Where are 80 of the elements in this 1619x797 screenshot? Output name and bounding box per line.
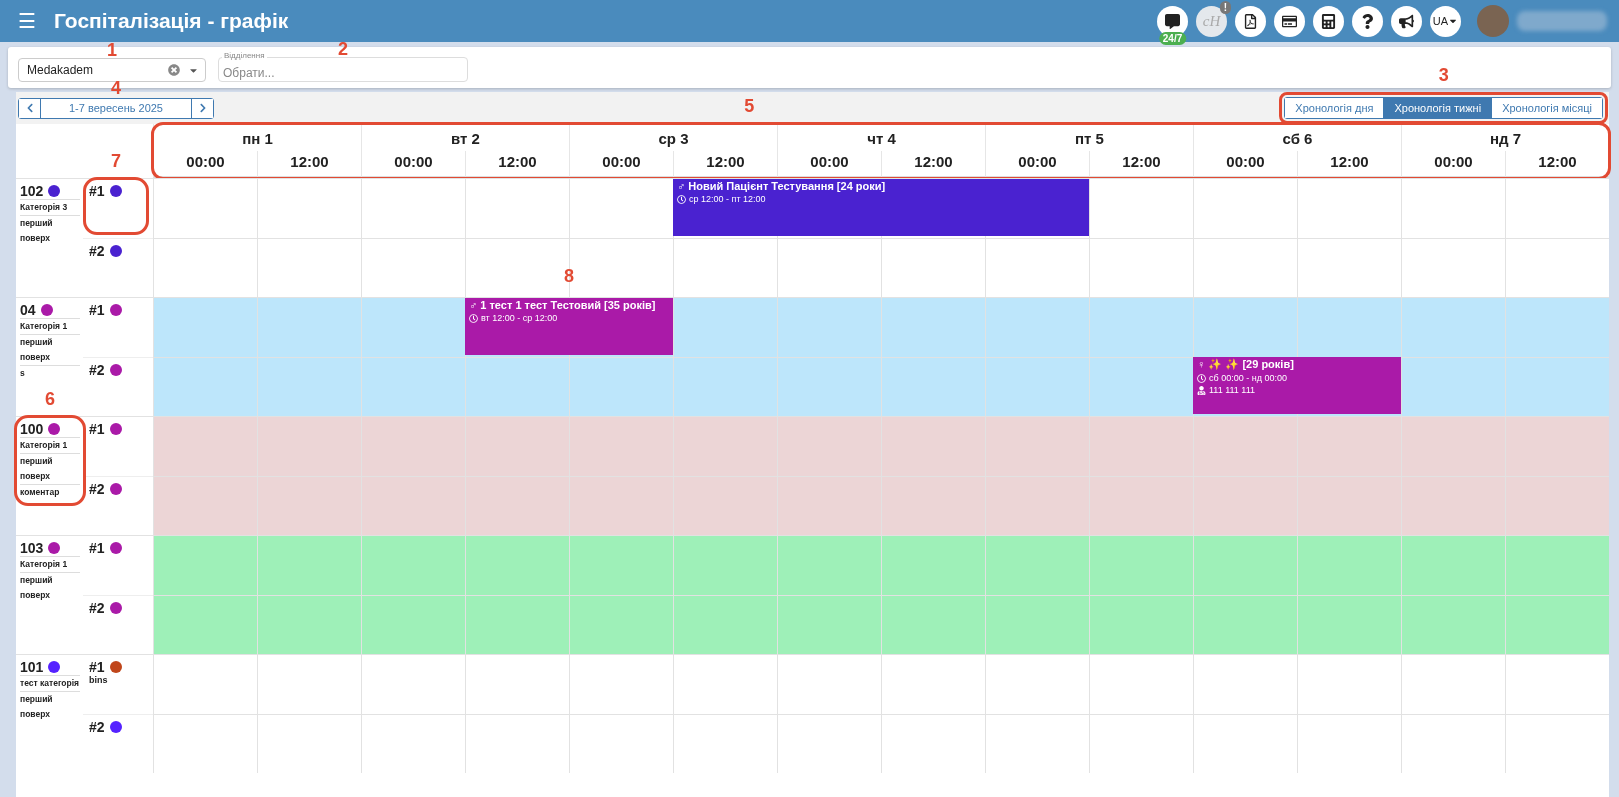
view-tab[interactable]: Хронологія дня (1285, 98, 1384, 118)
help-button[interactable] (1352, 5, 1383, 37)
room-number: 102 (20, 183, 44, 199)
day-label: пн 1 (153, 124, 361, 151)
room-detail: s (20, 365, 80, 381)
clock-icon (1197, 373, 1206, 383)
bed-label: #1 (89, 540, 105, 556)
next-button[interactable] (191, 98, 213, 118)
person-icon (1197, 385, 1206, 395)
day-label: чт 4 (777, 124, 985, 151)
callout-number: 7 (111, 151, 121, 172)
menu-button[interactable]: ☰ (14, 9, 40, 33)
language-label: UA (1432, 15, 1449, 27)
room-number: 103 (20, 540, 44, 556)
clock-icon (677, 194, 686, 204)
badge: ! (1219, 0, 1231, 14)
date-range: 1-7 вересень 2025 (68, 100, 164, 116)
room-number: 101 (20, 659, 44, 675)
callout-number: 5 (744, 95, 755, 117)
pdf-icon (1243, 13, 1258, 29)
room-detail: коментар (20, 484, 80, 500)
callout-number: 1 (107, 40, 117, 61)
booking-title: ♂ 1 тест 1 тест Тестовий [35 років] (469, 299, 657, 311)
view-tab[interactable]: Хронологія місяці (1491, 98, 1602, 118)
room-detail: тест категорія (20, 675, 80, 691)
view-tab[interactable]: Хронологія тижні (1383, 98, 1492, 118)
room-detail: перший поверх (20, 215, 80, 246)
bed-note: bins (89, 675, 109, 685)
bed-label: #2 (89, 600, 105, 616)
clock-icon (469, 313, 478, 323)
room-number: 100 (20, 421, 44, 437)
card-icon (1282, 13, 1297, 29)
page-title: Госпіталізація - графік (54, 9, 290, 33)
booking-time: вт 12:00 - ср 12:00 (469, 313, 669, 323)
field-label: Відділення (222, 51, 267, 61)
help-icon (1360, 13, 1375, 29)
room-detail: Категорія 1 (20, 437, 80, 453)
room-detail: перший поверх (20, 691, 80, 722)
megaphone-icon (1399, 13, 1414, 29)
bed-label: #2 (89, 719, 105, 735)
callout-number: 3 (1438, 65, 1449, 86)
booking-title: ♀ ✨ ✨ [29 років] (1197, 358, 1295, 371)
day-label: нд 7 (1401, 124, 1609, 151)
callout-number: 6 (45, 389, 55, 410)
calculator-icon (1321, 13, 1336, 29)
logo-text: cH (1202, 12, 1221, 30)
room-detail: перший поверх (20, 572, 80, 603)
pdf-button[interactable] (1235, 5, 1266, 37)
bed-label: #1 (89, 659, 105, 675)
day-label: пт 5 (985, 124, 1193, 151)
company-select[interactable]: Medakadem (18, 58, 206, 82)
megaphone-button[interactable] (1391, 5, 1422, 37)
day-label: вт 2 (361, 124, 569, 151)
bed-label: #2 (89, 243, 105, 259)
bed-label: #1 (89, 421, 105, 437)
callout-number: 2 (338, 39, 348, 60)
day-label: ср 3 (569, 124, 777, 151)
bed-label: #1 (89, 183, 105, 199)
previous-button[interactable] (19, 98, 41, 118)
booking-block[interactable]: ♂ Новий Пацієнт Тестування [24 роки] ср 12:00 - пт 12:00 (673, 179, 1089, 236)
booking-block[interactable]: ♀ ✨ ✨ [29 років] сб 00:00 - нд 00:00 111 111 111 (1193, 357, 1401, 414)
room-number: 04 (20, 302, 36, 318)
booking-time: сб 00:00 - нд 00:00 (1197, 373, 1397, 383)
bed-label: #2 (89, 362, 105, 378)
booking-time: ср 12:00 - пт 12:00 (677, 194, 1085, 204)
room-detail: Категорія 1 (20, 556, 80, 572)
bed-label: #1 (89, 302, 105, 318)
room-detail: Категорія 1 (20, 318, 80, 334)
day-label: сб 6 (1193, 124, 1401, 151)
booking-title: ♂ Новий Пацієнт Тестування [24 роки] (677, 180, 887, 192)
language-button[interactable]: UA (1430, 5, 1461, 37)
booking-contact: 111 111 111 (1197, 385, 1397, 395)
bed-label: #2 (89, 481, 105, 497)
chevron-right-icon (197, 103, 208, 113)
calculator-button[interactable] (1313, 5, 1344, 37)
chat-icon (1165, 13, 1180, 29)
callout-number: 8 (564, 266, 574, 287)
card-button[interactable] (1274, 5, 1305, 37)
room-detail: Категорія 3 (20, 199, 80, 215)
clear-icon[interactable] (168, 64, 180, 76)
